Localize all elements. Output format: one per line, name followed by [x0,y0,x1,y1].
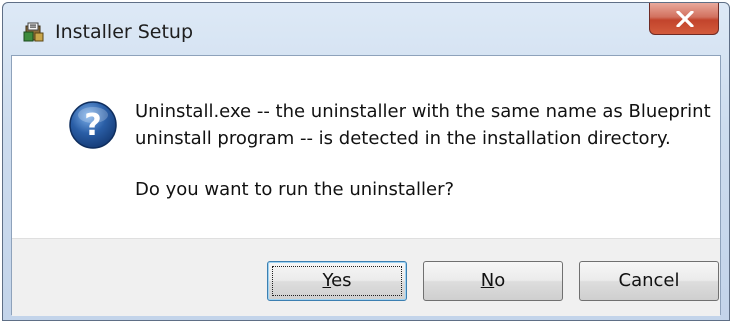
message-line-2: uninstall program -- is detected in the … [135,128,671,149]
yes-accelerator: Y [322,270,332,291]
no-accelerator: N [480,270,495,291]
button-bar: Yes No Cancel [12,238,720,316]
no-label: o [494,270,506,291]
title-bar[interactable]: Installer Setup [3,3,729,55]
yes-button[interactable]: Yes [267,261,407,301]
installer-setup-icon [23,22,44,42]
no-button[interactable]: No [423,261,563,301]
dialog-window: Installer Setup ? Uninstall.exe -- the u… [2,2,730,321]
message-line-1: Uninstall.exe -- the uninstaller with th… [135,101,711,122]
message-question: Do you want to run the uninstaller? [135,179,455,200]
question-icon: ? [69,101,117,149]
close-icon [676,11,694,27]
yes-label: es [331,270,352,291]
cancel-button[interactable]: Cancel [579,261,719,301]
message-area: ? Uninstall.exe -- the uninstaller with … [12,56,720,238]
close-button[interactable] [649,3,719,35]
dialog-content: ? Uninstall.exe -- the uninstaller with … [11,55,721,316]
svg-text:?: ? [84,108,101,143]
window-title: Installer Setup [55,21,194,43]
